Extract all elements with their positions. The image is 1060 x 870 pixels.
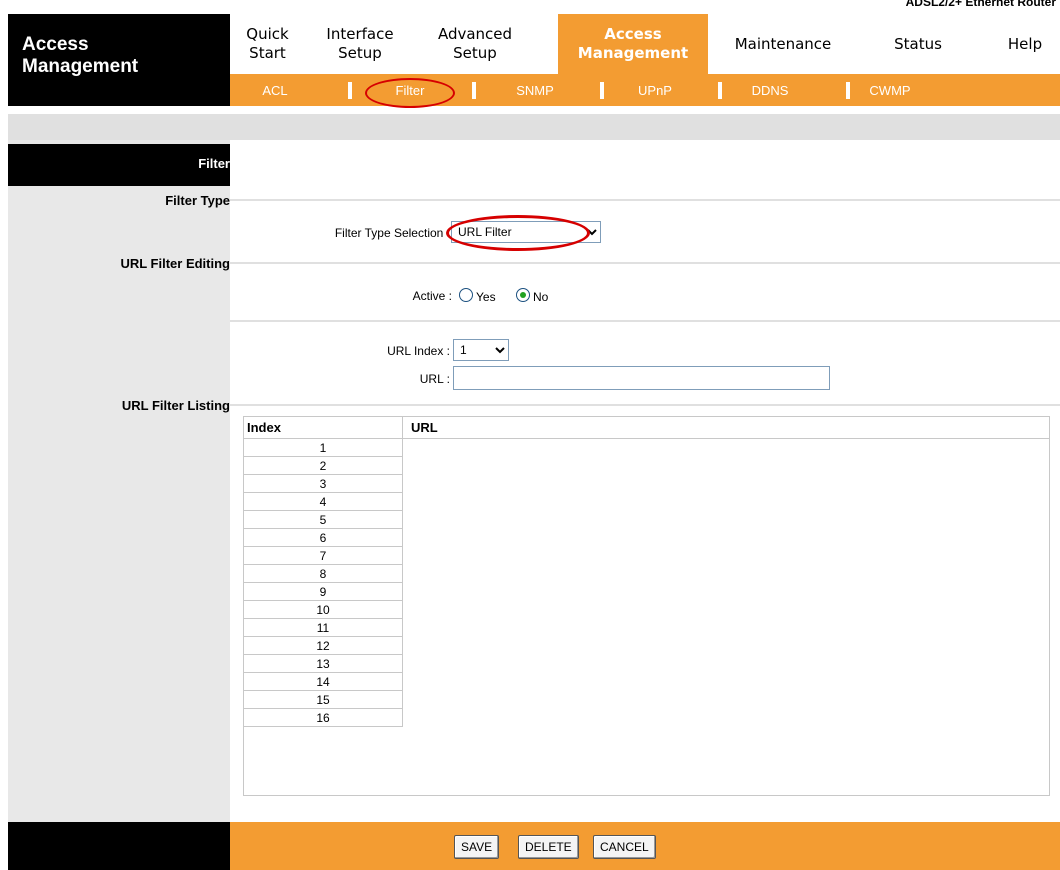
table-row-index: 15 bbox=[244, 691, 403, 709]
table-row-index: 7 bbox=[244, 547, 403, 565]
url-label: URL : bbox=[419, 372, 450, 386]
save-button[interactable]: SAVE bbox=[454, 835, 500, 859]
nav-advanced-setup[interactable]: Advanced Setup bbox=[415, 14, 535, 74]
table-row-index: 10 bbox=[244, 601, 403, 619]
table-row-index: 6 bbox=[244, 529, 403, 547]
nav-interface-setup[interactable]: Interface Setup bbox=[305, 14, 415, 74]
table-header-url: URL bbox=[403, 417, 1049, 439]
sidebar-section-url-filter-editing: URL Filter Editing bbox=[120, 256, 230, 271]
table-row-index: 12 bbox=[244, 637, 403, 655]
grey-band bbox=[8, 114, 1060, 140]
subnav-separator bbox=[600, 82, 604, 99]
divider bbox=[230, 320, 1060, 322]
active-no-radio[interactable] bbox=[516, 288, 530, 302]
nav-help[interactable]: Help bbox=[990, 14, 1060, 74]
subnav-ddns[interactable]: DDNS bbox=[725, 82, 815, 99]
filter-type-label: Filter Type Selection : bbox=[334, 226, 450, 240]
subnav-separator bbox=[718, 82, 722, 99]
section-header-block: Access Management bbox=[8, 14, 230, 106]
sidebar-section-filter-type: Filter Type bbox=[165, 193, 230, 208]
table-row-index: 9 bbox=[244, 583, 403, 601]
table-header-index: Index bbox=[244, 417, 403, 439]
subnav-upnp[interactable]: UPnP bbox=[615, 82, 695, 99]
subnav-cwmp[interactable]: CWMP bbox=[855, 82, 925, 99]
table-row-index: 8 bbox=[244, 565, 403, 583]
footer-left bbox=[8, 822, 230, 870]
sidebar-page-label: Filter bbox=[198, 156, 230, 171]
filter-highlight-oval bbox=[365, 78, 455, 108]
divider bbox=[230, 199, 1060, 201]
active-no-label: No bbox=[533, 290, 549, 304]
active-yes-radio[interactable] bbox=[459, 288, 473, 302]
section-title: Access Management bbox=[22, 34, 139, 77]
table-row-index: 1 bbox=[244, 439, 403, 457]
subnav-separator bbox=[472, 82, 476, 99]
nav-access-management[interactable]: Access Management bbox=[558, 14, 708, 74]
subnav-snmp[interactable]: SNMP bbox=[500, 82, 570, 99]
divider bbox=[230, 262, 1060, 264]
url-filter-table: Index URL 1 2 3 4 5 6 7 8 9 10 11 12 13 14 15 16 bbox=[243, 416, 1050, 796]
nav-status[interactable]: Status bbox=[858, 14, 978, 74]
nav-quick-start[interactable]: Quick Start bbox=[230, 14, 305, 74]
subnav-separator bbox=[846, 82, 850, 99]
url-index-label: URL Index : bbox=[387, 344, 450, 358]
sidebar bbox=[8, 140, 230, 822]
main-nav: Quick Start Interface Setup Advanced Set… bbox=[230, 14, 1060, 74]
top-strip: ADSL2/2+ Ethernet Router bbox=[0, 0, 1060, 14]
sidebar-section-url-filter-listing: URL Filter Listing bbox=[121, 398, 230, 413]
divider bbox=[230, 404, 1060, 406]
table-row-index: 16 bbox=[244, 709, 403, 727]
table-row-index: 3 bbox=[244, 475, 403, 493]
table-row-index: 4 bbox=[244, 493, 403, 511]
table-row-index: 14 bbox=[244, 673, 403, 691]
url-index-select[interactable]: 1 bbox=[453, 339, 509, 361]
url-input[interactable] bbox=[453, 366, 830, 390]
table-row-index: 11 bbox=[244, 619, 403, 637]
table-row-index: 13 bbox=[244, 655, 403, 673]
subnav-acl[interactable]: ACL bbox=[250, 82, 300, 99]
nav-maintenance[interactable]: Maintenance bbox=[708, 14, 858, 74]
subnav-separator bbox=[348, 82, 352, 99]
sidebar-page-label-bar bbox=[8, 144, 230, 186]
delete-button[interactable]: DELETE bbox=[518, 835, 579, 859]
table-row-index: 5 bbox=[244, 511, 403, 529]
device-title: ADSL2/2+ Ethernet Router bbox=[905, 0, 1056, 9]
cancel-button[interactable]: CANCEL bbox=[593, 835, 656, 859]
active-label: Active : bbox=[412, 289, 452, 303]
filter-type-highlight-oval bbox=[446, 215, 590, 251]
active-yes-label: Yes bbox=[476, 290, 496, 304]
sub-nav: ACL Filter SNMP UPnP DDNS CWMP bbox=[230, 74, 1060, 106]
table-row-index: 2 bbox=[244, 457, 403, 475]
